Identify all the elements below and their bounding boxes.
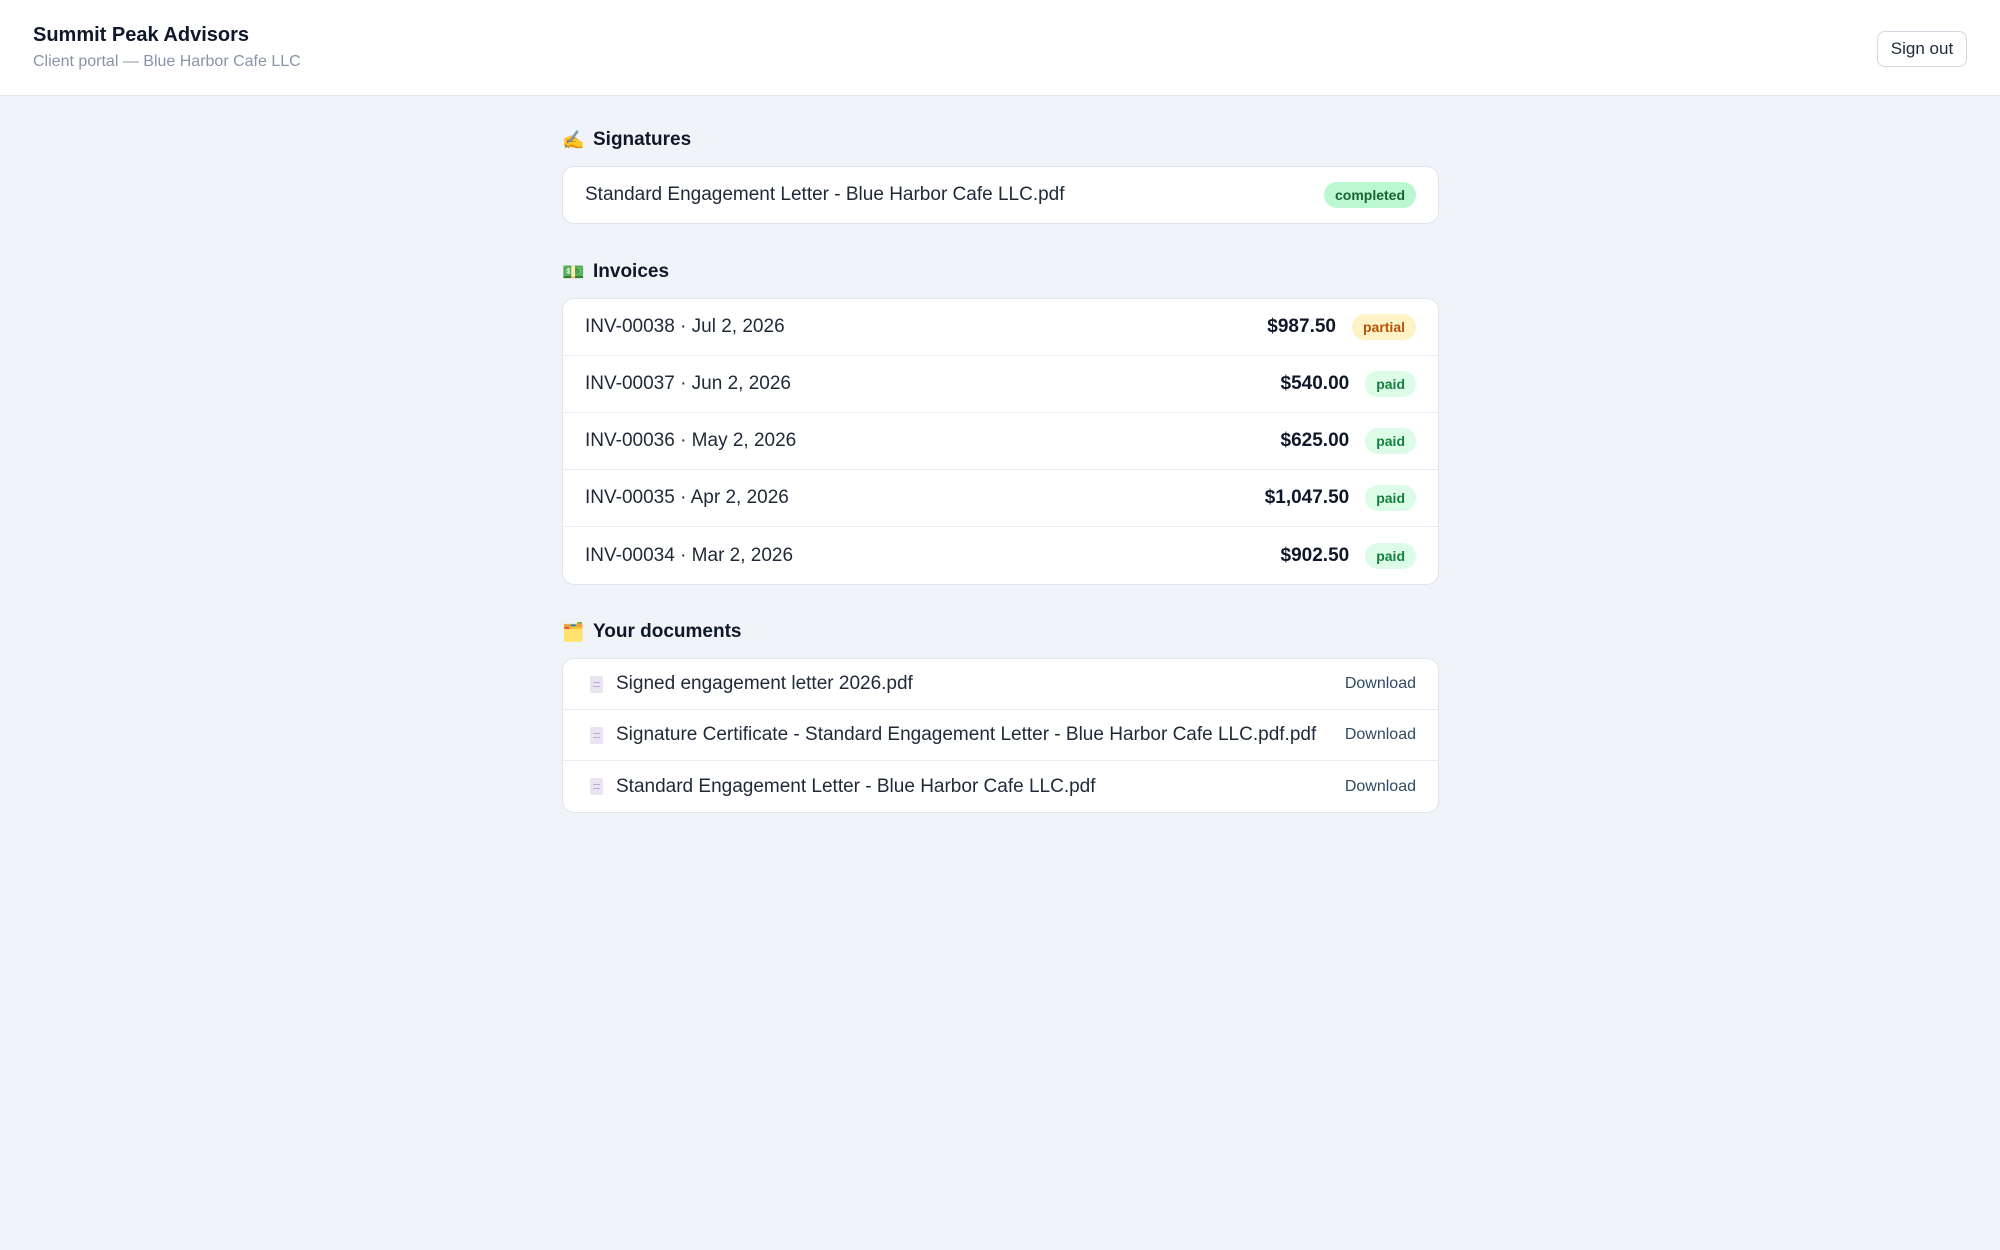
invoice-row[interactable]: INV-00038 · Jul 2, 2026 $987.50 partial (563, 299, 1438, 356)
writing-hand-icon: ✍️ (562, 129, 585, 150)
invoices-title: Invoices (593, 261, 670, 282)
signatures-title: Signatures (593, 129, 692, 150)
invoices-heading: 💵 Invoices (562, 259, 670, 285)
firm-name: Summit Peak Advisors (33, 24, 250, 46)
invoice-label: INV-00038 · Jul 2, 2026 (585, 316, 785, 337)
invoice-label: INV-00037 · Jun 2, 2026 (585, 373, 791, 394)
invoice-label: INV-00035 · Apr 2, 2026 (585, 487, 789, 508)
sign-out-button[interactable]: Sign out (1877, 31, 1967, 67)
documents-title: Your documents (593, 621, 742, 642)
invoice-label: INV-00034 · Mar 2, 2026 (585, 544, 794, 566)
document-icon (590, 778, 603, 795)
documents-card: Signed engagement letter 2026.pdf Downlo… (562, 658, 1439, 813)
download-link[interactable]: Download (1345, 675, 1416, 693)
invoice-amount: $902.50 (1280, 544, 1350, 566)
top-header: Summit Peak Advisors Client portal — Blu… (0, 0, 2000, 96)
invoice-row[interactable]: INV-00034 · Mar 2, 2026 $902.50 paid (563, 527, 1438, 584)
folder-icon: 🗂️ (562, 621, 585, 642)
invoice-amount: $625.00 (1280, 430, 1350, 451)
status-badge: paid (1365, 428, 1416, 454)
documents-heading: 🗂️ Your documents (562, 619, 742, 645)
signature-row[interactable]: Standard Engagement Letter - Blue Harbor… (563, 167, 1438, 223)
status-badge: paid (1365, 485, 1416, 511)
status-badge: paid (1365, 371, 1416, 397)
signatures-heading: ✍️ Signatures (562, 127, 692, 153)
document-icon (590, 726, 603, 744)
invoice-label: INV-00036 · May 2, 2026 (585, 430, 797, 451)
invoice-amount: $987.50 (1267, 316, 1336, 337)
invoice-row[interactable]: INV-00036 · May 2, 2026 $625.00 paid (563, 413, 1438, 470)
document-name: Signed engagement letter 2026.pdf (616, 673, 913, 694)
document-name: Standard Engagement Letter - Blue Harbor… (616, 775, 1096, 797)
portal-subtitle: Client portal — Blue Harbor Cafe LLC (33, 53, 301, 70)
status-badge: partial (1351, 314, 1416, 340)
download-link[interactable]: Download (1345, 726, 1416, 744)
invoice-row[interactable]: INV-00037 · Jun 2, 2026 $540.00 paid (563, 356, 1438, 413)
status-badge: completed (1323, 182, 1416, 208)
document-row: Signed engagement letter 2026.pdf Downlo… (563, 659, 1438, 710)
invoice-amount: $1,047.50 (1264, 487, 1350, 508)
invoices-card: INV-00038 · Jul 2, 2026 $987.50 partial … (562, 298, 1439, 585)
document-row: Standard Engagement Letter - Blue Harbor… (563, 761, 1438, 812)
invoice-amount: $540.00 (1280, 373, 1350, 394)
status-badge: paid (1365, 542, 1416, 569)
dollar-bill-icon: 💵 (562, 261, 585, 282)
signatures-card: Standard Engagement Letter - Blue Harbor… (562, 166, 1439, 224)
download-link[interactable]: Download (1345, 778, 1416, 796)
invoice-row[interactable]: INV-00035 · Apr 2, 2026 $1,047.50 paid (563, 470, 1438, 527)
signature-document-name: Standard Engagement Letter - Blue Harbor… (585, 184, 1065, 205)
document-row: Signature Certificate - Standard Engagem… (563, 710, 1438, 761)
document-name: Signature Certificate - Standard Engagem… (616, 724, 1317, 745)
document-icon (590, 675, 603, 693)
